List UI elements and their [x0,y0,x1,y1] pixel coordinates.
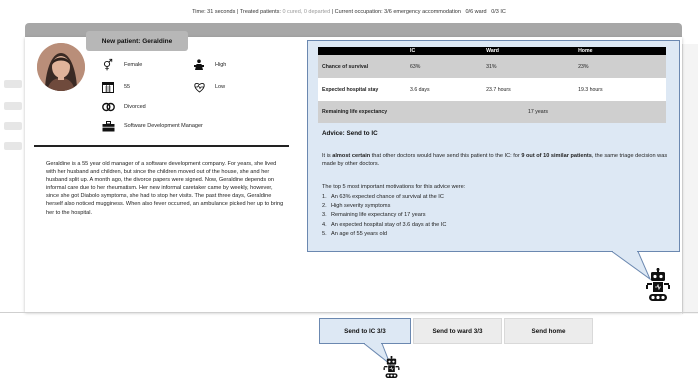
status-occupation-value: 3/6 emergency accommodation [384,9,461,15]
background-row [4,80,22,88]
list-item: 1. An 63% expected chance of survival at … [322,194,444,200]
table-header: IC [406,47,483,55]
triage-app: Time: 31 seconds | Treated patients: 0 c… [0,0,698,380]
background-sidebar [0,40,26,160]
age-value: 55 [124,84,131,90]
dialog-title: New patient: Geraldine [86,31,188,51]
outcome-table: IC Ward Home Chance of survival 63% 31% … [318,47,666,123]
background-row [4,142,22,150]
table-row: Chance of survival 63% 31% 23% [318,55,666,78]
table-cell: 31% [482,55,575,78]
advice-heading: Advice: Send to IC [322,130,378,137]
advice-emphasis: almost certain [332,153,371,159]
advice-emphasis: 9 out of 10 similar patients [521,153,592,159]
row-label: Remaining life expectancy [318,101,406,123]
patient-avatar [37,43,85,91]
gender-icon: ⚥ [103,59,113,72]
motivation-text: An 63% expected chance of survival at th… [331,194,444,200]
background-row [4,102,22,110]
status-treated-label: Treated patients: [239,9,281,15]
table-cell: 23% [574,55,666,78]
gender-value: Female [124,62,143,68]
attr-job: Software Development Manager [101,120,203,132]
job-value: Software Development Manager [124,123,203,129]
advice-text: that other doctors would have send this … [370,153,522,159]
advice-intro: The top 5 most important motivations for… [322,184,466,190]
table-row: Remaining life expectancy 17 years [318,101,666,123]
list-item: 2. High severity symptoms [322,203,391,210]
severity-icon [192,59,206,71]
send-home-button[interactable]: Send home [504,318,593,344]
table-header-row: IC Ward Home [318,47,666,55]
motivation-text: An age of 55 years old [331,230,387,237]
row-label: Chance of survival [318,55,406,78]
table-cell: 19.3 hours [574,78,666,101]
calendar-icon [101,81,115,93]
send-to-ward-button[interactable]: Send to ward 3/3 [413,318,502,344]
status-time: Time: 31 seconds [192,9,236,15]
health-glyph [193,82,205,93]
status-occupation-label: Current occupation: [334,9,383,15]
row-label: Expected hospital stay [318,78,406,101]
advice-paragraph: It is almost certain that other doctors … [322,152,674,168]
rings-icon [101,101,115,113]
robot-icon [383,356,400,378]
robot-icon [646,268,670,301]
briefcase-icon [101,120,115,132]
status-ic: 0/3 IC [491,9,506,15]
status-ward: 0/6 ward [465,9,487,15]
background-row [4,122,22,130]
table-cell: 23.7 hours [482,78,575,101]
send-to-ic-button[interactable]: Send to IC 3/3 [319,318,411,344]
table-cell: 63% [406,55,483,78]
severity-value: High [215,62,227,68]
table-header: Ward [482,47,575,55]
list-item: 4. An expected hospital stay of 3.6 days … [322,221,447,228]
calendar-glyph [102,82,114,93]
patient-story: Geraldine is a 55 year old manager of a … [46,161,284,216]
attr-age: 55 [101,81,130,93]
attr-gender: ⚥ Female [101,59,143,72]
avatar-portrait [37,43,85,91]
motivation-text: High severity symptoms [331,203,391,210]
table-header [318,47,406,55]
motivation-list: 1. An 63% expected chance of survival at … [322,193,672,239]
health-value: Low [215,84,226,90]
attr-marital: Divorced [101,101,146,113]
bottom-divider [0,312,698,313]
section-divider [34,145,289,147]
table-cell: 3.6 days [406,78,483,101]
table-header: Home [574,47,666,55]
attr-severity: High [192,59,226,71]
health-icon [192,81,206,93]
status-treated-value: 0 cured, 0 departed [282,9,331,15]
motivation-text: An expected hospital stay of 3.6 days at… [331,221,447,228]
severity-glyph [194,59,204,70]
table-row: Expected hospital stay 3.6 days 23.7 hou… [318,78,666,101]
briefcase-glyph [102,120,114,131]
list-item: 5. An age of 55 years old [322,230,387,237]
advice-text: It is [322,153,333,159]
background-scroll-strip [682,44,698,314]
rings-glyph [101,102,115,112]
status-bar: Time: 31 seconds | Treated patients: 0 c… [192,9,506,15]
attr-health: Low [192,81,225,93]
marital-value: Divorced [124,104,146,110]
motivation-text: Remaining life expectancy of 17 years [331,212,426,219]
table-cell: 17 years [406,101,666,123]
list-item: 3. Remaining life expectancy of 17 years [322,212,426,219]
